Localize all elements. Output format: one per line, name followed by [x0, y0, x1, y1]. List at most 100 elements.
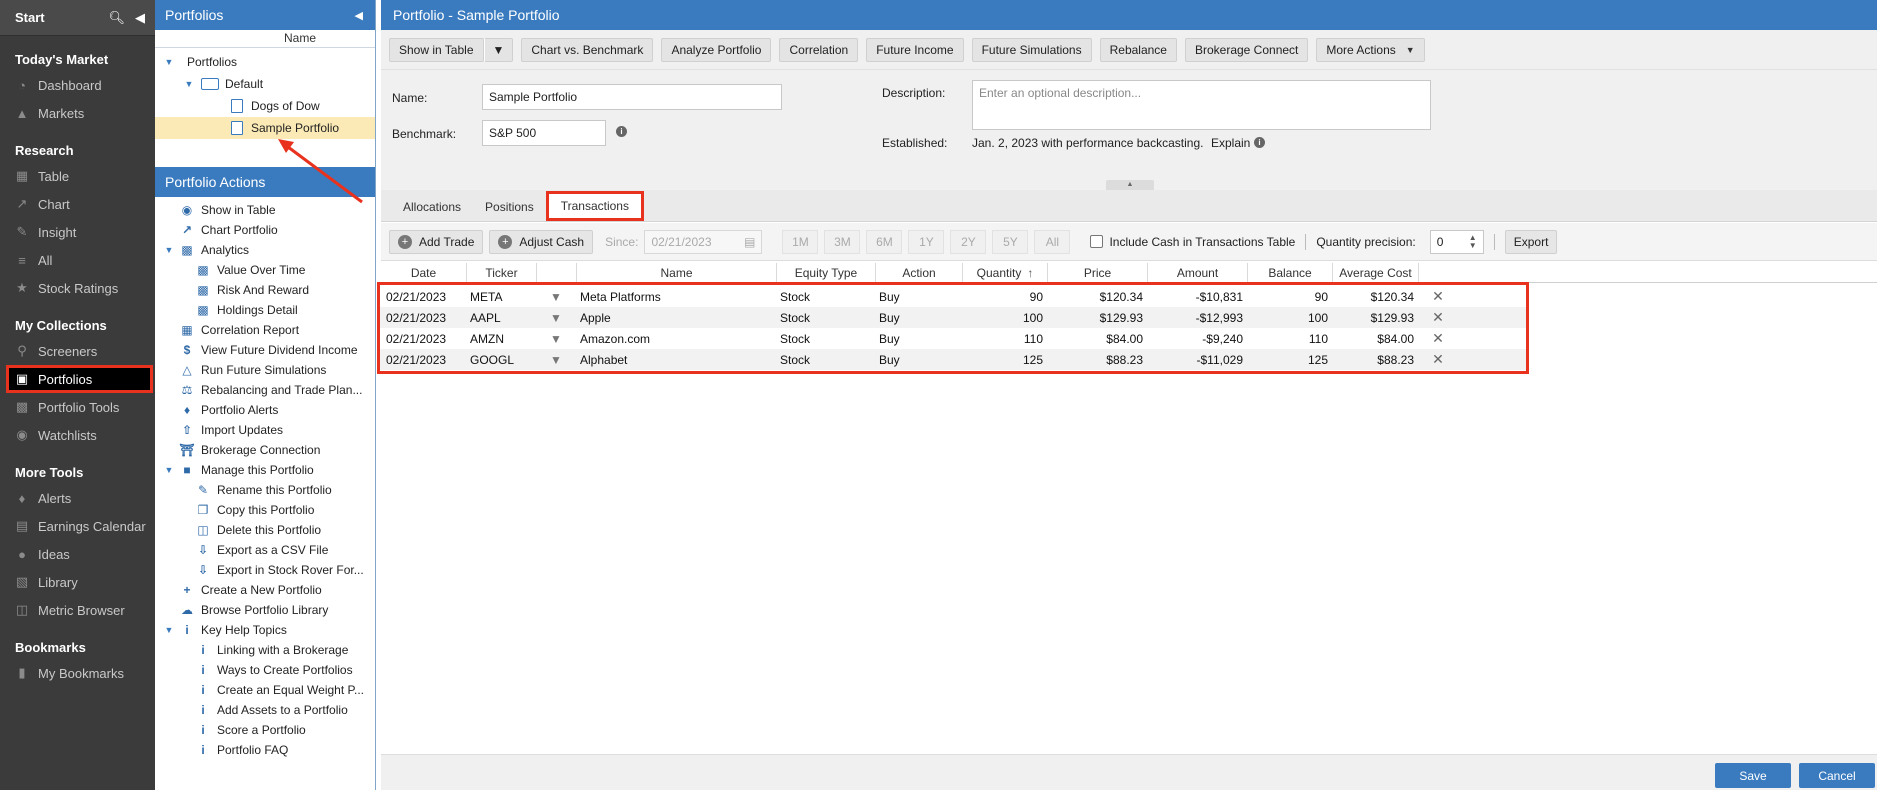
show-in-table-button[interactable]: Show in Table — [389, 37, 484, 62]
column-header-equity-type[interactable]: Equity Type — [777, 263, 876, 283]
benchmark-field[interactable]: S&P 500 — [482, 120, 606, 146]
nav-item-dashboard[interactable]: ◔ Dashboard — [0, 71, 155, 99]
action-export-csv[interactable]: ⇩ Export as a CSV File — [155, 540, 375, 560]
tab-transactions[interactable]: Transactions — [545, 191, 644, 221]
action-value-over-time[interactable]: ▩ Value Over Time — [155, 260, 375, 280]
delete-icon[interactable]: ✕ — [1418, 328, 1458, 349]
info-icon[interactable]: i — [616, 126, 627, 137]
help-add-assets[interactable]: i Add Assets to a Portfolio — [155, 700, 375, 720]
expand-icon[interactable]: ▼ — [163, 245, 175, 255]
action-correlation-report[interactable]: ▦ Correlation Report — [155, 320, 375, 340]
nav-item-table[interactable]: ▦ Table — [0, 162, 155, 190]
nav-item-portfolio-tools[interactable]: ▩ Portfolio Tools — [0, 393, 155, 421]
range-3m-button[interactable]: 3M — [824, 229, 861, 254]
filter-icon[interactable]: ▼ — [536, 286, 576, 307]
nav-item-markets[interactable]: ▲ Markets — [0, 99, 155, 127]
include-cash-checkbox[interactable] — [1090, 235, 1104, 248]
brokerage-connect-button[interactable]: Brokerage Connect — [1184, 37, 1309, 62]
table-row[interactable]: 02/21/2023 META ▼ Meta Platforms Stock B… — [380, 286, 1526, 307]
filter-icon[interactable]: ▼ — [536, 328, 576, 349]
explain-link[interactable]: Explain — [1211, 136, 1250, 150]
action-manage-portfolio[interactable]: ▼ ■ Manage this Portfolio — [155, 460, 375, 480]
since-date-field[interactable]: 02/21/2023 ▤ — [644, 229, 763, 254]
tab-positions[interactable]: Positions — [473, 193, 546, 221]
nav-item-insight[interactable]: ✎ Insight — [0, 218, 155, 246]
future-simulations-button[interactable]: Future Simulations — [971, 37, 1092, 62]
nav-item-earnings-calendar[interactable]: ▤ Earnings Calendar — [0, 512, 155, 540]
action-delete-portfolio[interactable]: ◫ Delete this Portfolio — [155, 520, 375, 540]
expand-icon[interactable]: ▼ — [163, 57, 175, 67]
action-risk-and-reward[interactable]: ▩ Risk And Reward — [155, 280, 375, 300]
expand-icon[interactable]: ▼ — [163, 465, 175, 475]
nav-item-all[interactable]: ≡ All — [0, 246, 155, 274]
filter-icon[interactable]: ▼ — [536, 349, 576, 370]
info-icon[interactable]: i — [1254, 137, 1265, 148]
help-ways-create[interactable]: i Ways to Create Portfolios — [155, 660, 375, 680]
range-1m-button[interactable]: 1M — [782, 229, 819, 254]
cancel-button[interactable]: Cancel — [1799, 763, 1875, 788]
action-brokerage-connection[interactable]: ⛩ Brokerage Connection — [155, 440, 375, 460]
chevron-down-icon[interactable]: ▼ — [483, 37, 514, 62]
column-header-average-cost[interactable]: Average Cost — [1333, 263, 1419, 283]
nav-item-stock-ratings[interactable]: ★ Stock Ratings — [0, 274, 155, 302]
action-analytics[interactable]: ▼ ▩ Analytics — [155, 240, 375, 260]
column-header-price[interactable]: Price — [1048, 263, 1148, 283]
stepper-arrows-icon[interactable]: ▲ ▼ — [1469, 233, 1477, 250]
name-column-header[interactable]: Name — [155, 30, 375, 48]
nav-item-library[interactable]: ▧ Library — [0, 568, 155, 596]
action-browse-library[interactable]: ☁ Browse Portfolio Library — [155, 600, 375, 620]
nav-item-alerts[interactable]: ♦ Alerts — [0, 484, 155, 512]
collapse-panel-icon[interactable]: ◀ — [355, 9, 363, 22]
delete-icon[interactable]: ✕ — [1418, 349, 1458, 370]
tree-folder-default[interactable]: ▼ Default — [155, 73, 375, 95]
export-button[interactable]: Export — [1504, 229, 1558, 254]
start-label[interactable]: Start — [15, 10, 98, 25]
help-score-portfolio[interactable]: i Score a Portfolio — [155, 720, 375, 740]
action-holdings-detail[interactable]: ▩ Holdings Detail — [155, 300, 375, 320]
action-show-in-table[interactable]: ◉ Show in Table — [155, 200, 375, 220]
action-export-stock-rover[interactable]: ⇩ Export in Stock Rover For... — [155, 560, 375, 580]
action-import-updates[interactable]: ⇧ Import Updates — [155, 420, 375, 440]
table-row[interactable]: 02/21/2023 AAPL ▼ Apple Stock Buy 100 $1… — [380, 307, 1526, 328]
column-header-date[interactable]: Date — [381, 263, 467, 283]
table-row[interactable]: 02/21/2023 GOOGL ▼ Alphabet Stock Buy 12… — [380, 349, 1526, 370]
filter-icon[interactable]: ▼ — [536, 307, 576, 328]
add-trade-button[interactable]: + Add Trade — [389, 229, 484, 254]
range-6m-button[interactable]: 6M — [866, 229, 903, 254]
sort-asc-icon[interactable]: ↑ — [1027, 266, 1033, 280]
nav-item-chart[interactable]: ↗ Chart — [0, 190, 155, 218]
nav-item-ideas[interactable]: ● Ideas — [0, 540, 155, 568]
nav-item-my-bookmarks[interactable]: ▮ My Bookmarks — [0, 659, 155, 687]
range-1y-button[interactable]: 1Y — [908, 229, 945, 254]
tree-item-sample-portfolio[interactable]: Sample Portfolio — [155, 117, 375, 139]
calendar-icon[interactable]: ▤ — [744, 235, 755, 249]
collapse-form-handle[interactable]: ▲ — [1106, 180, 1154, 190]
range-all-button[interactable]: All — [1034, 229, 1071, 254]
adjust-cash-button[interactable]: + Adjust Cash — [489, 229, 594, 254]
save-button[interactable]: Save — [1715, 763, 1791, 788]
help-equal-weight[interactable]: i Create an Equal Weight P... — [155, 680, 375, 700]
table-row[interactable]: 02/21/2023 AMZN ▼ Amazon.com Stock Buy 1… — [380, 328, 1526, 349]
column-header-ticker[interactable]: Ticker — [467, 263, 537, 283]
action-chart-portfolio[interactable]: ↗ Chart Portfolio — [155, 220, 375, 240]
analyze-portfolio-button[interactable]: Analyze Portfolio — [661, 37, 772, 62]
column-header-amount[interactable]: Amount — [1148, 263, 1248, 283]
correlation-button[interactable]: Correlation — [779, 37, 859, 62]
tree-item-dogs-of-dow[interactable]: Dogs of Dow — [155, 95, 375, 117]
expand-icon[interactable]: ▼ — [183, 79, 195, 89]
range-5y-button[interactable]: 5Y — [992, 229, 1029, 254]
column-header-quantity[interactable]: Quantity ↑ — [963, 263, 1048, 283]
delete-icon[interactable]: ✕ — [1418, 307, 1458, 328]
nav-item-watchlists[interactable]: ◉ Watchlists — [0, 421, 155, 449]
column-header-name[interactable]: Name — [577, 263, 777, 283]
tree-root[interactable]: ▼ Portfolios — [155, 51, 375, 73]
action-future-dividend[interactable]: $ View Future Dividend Income — [155, 340, 375, 360]
search-icon[interactable]: 🔍︎ — [108, 10, 125, 26]
chart-vs-benchmark-button[interactable]: Chart vs. Benchmark — [521, 37, 654, 62]
action-copy-portfolio[interactable]: ❐ Copy this Portfolio — [155, 500, 375, 520]
action-future-simulations[interactable]: △ Run Future Simulations — [155, 360, 375, 380]
nav-item-screeners[interactable]: ⚲ Screeners — [0, 337, 155, 365]
action-portfolio-alerts[interactable]: ♦ Portfolio Alerts — [155, 400, 375, 420]
quantity-precision-stepper[interactable]: 0 ▲ ▼ — [1429, 229, 1484, 254]
rebalance-button[interactable]: Rebalance — [1099, 37, 1177, 62]
